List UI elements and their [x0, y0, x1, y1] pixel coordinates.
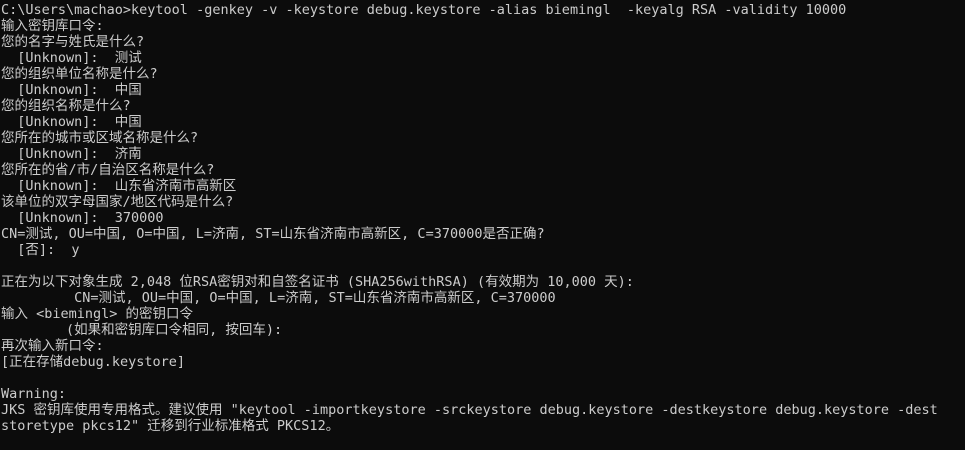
org-answer: [Unknown]: 中国: [1, 114, 142, 130]
city-prompt: 您所在的城市或区域名称是什么?: [1, 130, 199, 146]
country-code-prompt: 该单位的双字母国家/地区代码是什么?: [1, 194, 234, 210]
name-answer: [Unknown]: 测试: [1, 50, 142, 66]
warning-text-continued: storetype pkcs12" 迁移到行业标准格式 PKCS12。: [1, 418, 340, 434]
key-password-prompt: 输入 <biemingl> 的密钥口令: [1, 306, 194, 322]
confirm-prompt: CN=测试, OU=中国, O=中国, L=济南, ST=山东省济南市高新区, …: [1, 226, 545, 242]
reenter-password-prompt: 再次输入新口令:: [1, 338, 104, 354]
name-prompt: 您的名字与姓氏是什么?: [1, 34, 145, 50]
org-unit-answer: [Unknown]: 中国: [1, 82, 142, 98]
generating-message: 正在为以下对象生成 2,048 位RSA密钥对和自签名证书 (SHA256wit…: [1, 274, 634, 290]
command-line: C:\Users\machao>keytool -genkey -v -keys…: [1, 2, 847, 18]
warning-text: JKS 密钥库使用专用格式。建议使用 "keytool -importkeyst…: [1, 402, 938, 418]
warning-label: Warning:: [1, 386, 67, 402]
country-code-answer: [Unknown]: 370000: [1, 210, 164, 226]
org-unit-prompt: 您的组织单位名称是什么?: [1, 66, 158, 82]
console-window[interactable]: C:\Users\machao>keytool -genkey -v -keys…: [0, 0, 965, 450]
key-password-hint: (如果和密钥库口令相同, 按回车):: [1, 322, 283, 338]
confirm-answer: [否]: y: [1, 242, 80, 258]
province-answer: [Unknown]: 山东省济南市高新区: [1, 178, 237, 194]
province-prompt: 您所在的省/市/自治区名称是什么?: [1, 162, 215, 178]
city-answer: [Unknown]: 济南: [1, 146, 142, 162]
org-prompt: 您的组织名称是什么?: [1, 98, 131, 114]
keystore-password-prompt: 输入密钥库口令:: [1, 18, 104, 34]
storing-message: [正在存储debug.keystore]: [1, 354, 186, 370]
certificate-dn: CN=测试, OU=中国, O=中国, L=济南, ST=山东省济南市高新区, …: [1, 290, 556, 306]
